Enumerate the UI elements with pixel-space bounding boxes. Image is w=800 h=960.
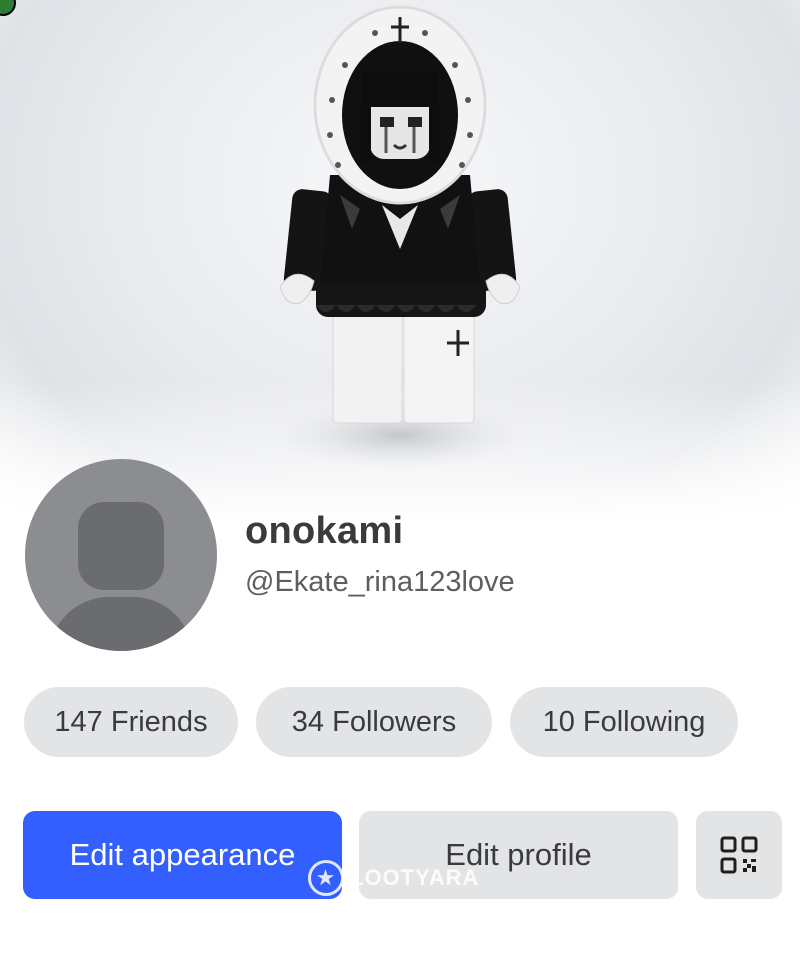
display-name: onokami: [245, 510, 404, 552]
followers-count-button[interactable]: 34 Followers: [256, 687, 492, 757]
avatar-head-shape: [78, 502, 164, 590]
username: @Ekate_rina123love: [245, 566, 515, 598]
watermark: ★ LOOTYARA: [308, 858, 479, 898]
profile-avatar[interactable]: [25, 459, 217, 651]
avatar-3d-figure[interactable]: [270, 5, 530, 475]
watermark-text: LOOTYARA: [350, 865, 480, 890]
qr-code-icon: [720, 836, 758, 874]
following-count-button[interactable]: 10 Following: [510, 687, 738, 757]
avatar-shoulders-shape: [49, 597, 193, 651]
edit-appearance-button[interactable]: Edit appearance: [23, 811, 342, 899]
star-icon: ★: [308, 860, 344, 896]
friends-count-button[interactable]: 147 Friends: [24, 687, 238, 757]
qr-code-button[interactable]: [696, 811, 782, 899]
